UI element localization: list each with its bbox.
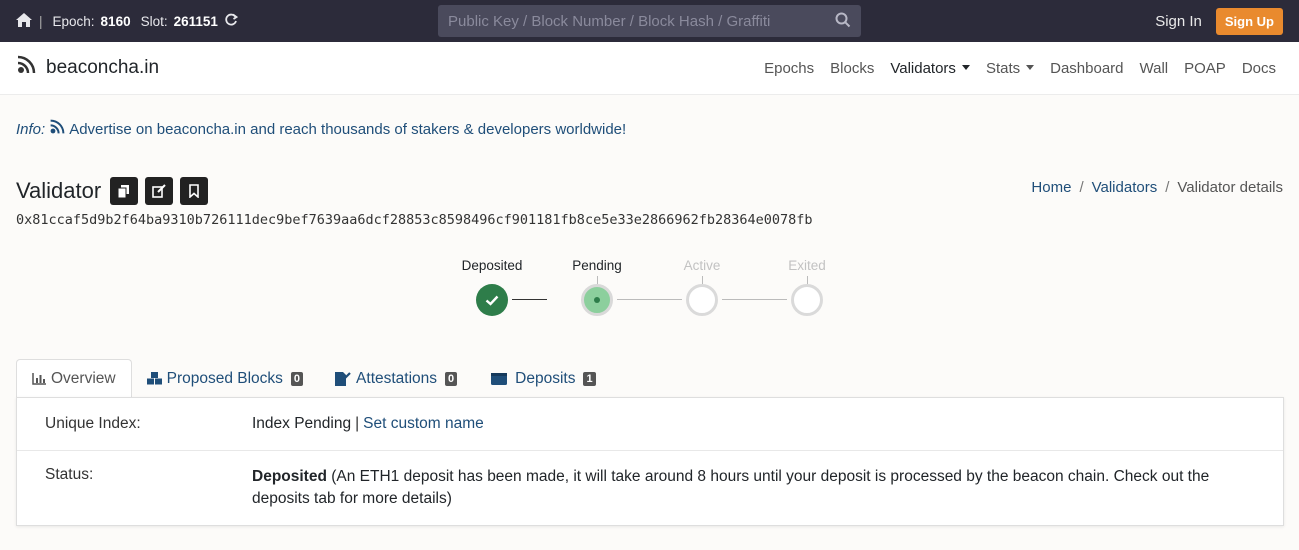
breadcrumb-home[interactable]: Home	[1031, 179, 1071, 196]
chevron-down-icon	[1026, 65, 1035, 70]
index-row: Unique Index: Index Pending | Set custom n…	[17, 398, 1283, 451]
step-deposited	[476, 284, 508, 316]
edit-icon	[152, 184, 166, 198]
sign-up-button[interactable]: Sign Up	[1215, 7, 1283, 35]
step-label-exited: Exited	[788, 258, 826, 273]
beacon-icon	[49, 119, 65, 139]
validator-pubkey: 0x81ccaf5d9b2f64ba9310b726111dec9bef7639…	[16, 212, 813, 228]
count-badge: 0	[290, 371, 304, 386]
count-badge: 1	[583, 371, 596, 386]
search-icon[interactable]	[835, 12, 851, 31]
bookmark-button[interactable]	[180, 177, 209, 205]
check-icon	[485, 295, 499, 306]
validator-tabs: Overview Proposed Blocks 0 Attestations …	[16, 359, 611, 398]
tab-overview-label: Overview	[51, 369, 116, 387]
status-label: Status:	[45, 466, 94, 483]
step-connector	[617, 299, 682, 300]
beacon-logo-icon	[16, 55, 36, 81]
search-input[interactable]	[448, 12, 835, 30]
tab-proposed-blocks[interactable]: Proposed Blocks 0	[132, 359, 318, 398]
wallet-icon	[491, 373, 508, 385]
validator-status-steps: Deposited Pending Active Exited	[0, 256, 1299, 326]
validator-header: Validator	[16, 177, 209, 205]
bookmark-icon	[189, 184, 200, 198]
step-exited	[791, 284, 823, 316]
epoch-slot-info: | Epoch: 8160 Slot: 261151	[16, 12, 239, 30]
separator: |	[39, 13, 43, 29]
step-active	[686, 284, 718, 316]
nav-docs[interactable]: Docs	[1242, 60, 1276, 77]
slot-value[interactable]: 261151	[174, 14, 218, 29]
nav-epochs[interactable]: Epochs	[764, 60, 814, 77]
tab-deposits[interactable]: Deposits 1	[476, 359, 610, 398]
status-value: Deposited	[252, 468, 327, 485]
nav-blocks[interactable]: Blocks	[830, 60, 874, 77]
breadcrumb-separator: /	[1165, 179, 1170, 196]
nav-wall[interactable]: Wall	[1140, 60, 1169, 77]
breadcrumb-current: Validator details	[1177, 179, 1283, 196]
step-pending	[581, 284, 613, 316]
copy-icon	[118, 184, 130, 198]
step-label-active: Active	[683, 258, 721, 273]
overview-panel: Unique Index: Index Pending | Set custom n…	[16, 397, 1284, 526]
step-label-pending: Pending	[572, 258, 622, 273]
cubes-icon	[146, 372, 162, 385]
top-bar: | Epoch: 8160 Slot: 261151 Sign In Sign …	[0, 0, 1299, 42]
breadcrumb-separator: /	[1079, 179, 1084, 196]
file-signature-icon	[335, 371, 351, 386]
step-connector	[722, 299, 787, 300]
epoch-value[interactable]: 8160	[101, 14, 131, 29]
page-title: Validator	[16, 178, 102, 203]
info-label: Info:	[16, 120, 46, 138]
breadcrumb-validators[interactable]: Validators	[1092, 179, 1158, 196]
brand-name: beaconcha.in	[46, 57, 160, 78]
nav-validators-label: Validators	[890, 60, 956, 77]
set-custom-name-link[interactable]: Set custom name	[363, 415, 484, 432]
advertise-link[interactable]: Advertise on beaconcha.in and reach thou…	[69, 121, 626, 138]
index-label: Unique Index:	[45, 415, 141, 432]
bar-chart-icon	[32, 372, 46, 385]
sign-in-link[interactable]: Sign In	[1155, 13, 1202, 30]
slot-label: Slot:	[140, 13, 168, 29]
tab-deposits-label: Deposits	[515, 369, 576, 387]
tab-attestations-label: Attestations	[356, 369, 438, 387]
separator: |	[355, 415, 360, 432]
tab-proposed-blocks-label: Proposed Blocks	[166, 369, 283, 387]
nav-stats[interactable]: Stats	[985, 60, 1035, 77]
epoch-label: Epoch:	[52, 13, 95, 29]
index-value: Index Pending	[252, 415, 352, 432]
nav-validators[interactable]: Validators	[890, 60, 970, 77]
refresh-icon[interactable]	[224, 13, 239, 30]
step-tick	[597, 276, 598, 284]
nav-poap[interactable]: POAP	[1184, 60, 1226, 77]
copy-button[interactable]	[110, 177, 139, 205]
step-label-deposited: Deposited	[461, 258, 523, 273]
tab-overview[interactable]: Overview	[16, 359, 132, 398]
tab-attestations[interactable]: Attestations 0	[320, 359, 472, 398]
pending-dot-icon	[594, 297, 600, 303]
step-connector	[512, 299, 547, 300]
nav-dashboard[interactable]: Dashboard	[1050, 60, 1123, 77]
breadcrumb: Home / Validators / Validator details	[1031, 179, 1283, 196]
chevron-down-icon	[961, 65, 970, 70]
count-badge: 0	[445, 371, 458, 386]
edit-button[interactable]	[145, 177, 174, 205]
step-tick	[702, 276, 703, 284]
status-row: Status: Deposited (An ETH1 deposit has b…	[17, 451, 1283, 510]
search-box	[438, 5, 861, 37]
step-tick	[807, 276, 808, 284]
nav-stats-label: Stats	[985, 60, 1021, 77]
home-icon[interactable]	[16, 12, 32, 30]
main-nav: beaconcha.in Epochs Blocks Validators St…	[0, 42, 1299, 95]
brand-logo[interactable]: beaconcha.in	[16, 55, 159, 81]
info-banner: Info: Advertise on beaconcha.in and reac…	[16, 119, 626, 139]
status-description: (An ETH1 deposit has been made, it will …	[252, 468, 1210, 507]
